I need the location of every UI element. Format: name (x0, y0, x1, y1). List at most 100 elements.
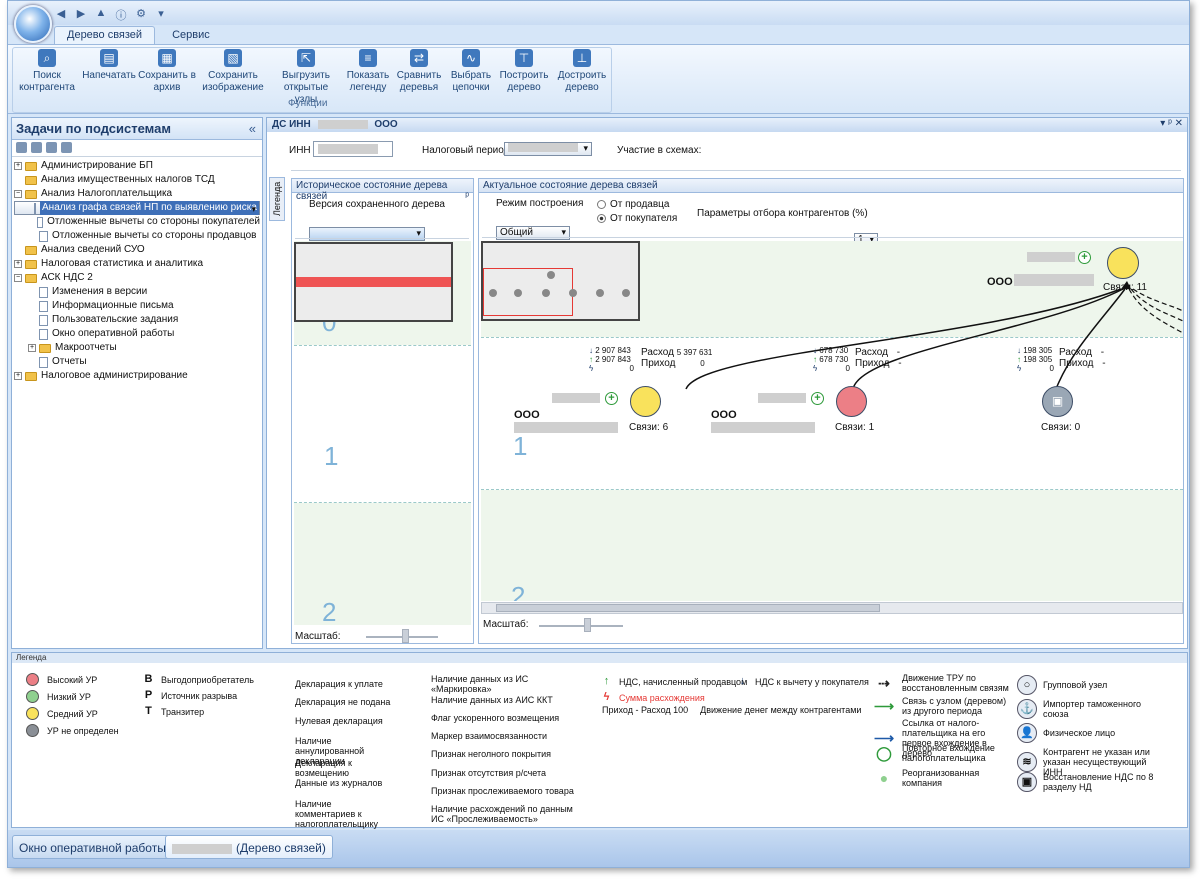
tree-item[interactable]: Окно оперативной работы (14, 327, 260, 341)
document-icon (39, 230, 48, 242)
root-expand-icon[interactable]: + (1078, 251, 1091, 264)
save-image-button[interactable]: ▧ Сохранить изображение (198, 49, 268, 94)
legend-node-type-item: ⚓ Импортер таможенного союза (1017, 699, 1167, 719)
tree-item[interactable]: Пользовательские задания (14, 313, 260, 327)
current-minimap[interactable] (481, 241, 640, 321)
search-icon: ⌕ (38, 49, 56, 67)
tree-item[interactable]: + Макроотчеты (14, 341, 260, 355)
expand-toggle-icon[interactable]: − (14, 190, 22, 198)
tree-item[interactable]: + Налоговое администрирование (14, 369, 260, 383)
redacted-root-name (1014, 274, 1094, 286)
radio-seller-icon[interactable] (597, 199, 606, 209)
tree-item[interactable]: − Анализ Налогоплательщика (14, 187, 260, 201)
graph-hscrollbar[interactable] (481, 602, 1183, 614)
redacted-value (318, 144, 378, 154)
taskbar-item-operational[interactable]: Окно оперативной работы (12, 835, 173, 859)
history-minimap[interactable] (294, 242, 453, 322)
extend-tree-button[interactable]: ⊥ Достроить дерево (552, 49, 612, 94)
forward-icon[interactable]: ▶ (74, 7, 88, 23)
expand-toggle-icon[interactable]: − (14, 274, 22, 282)
expand-toggle-icon[interactable]: + (14, 372, 22, 380)
tree-item-label: Изменения в версии (52, 286, 148, 297)
node1-expand-icon[interactable]: + (605, 392, 618, 405)
tree-item[interactable]: Отложенные вычеты со стороны покупателей (14, 215, 260, 229)
hscroll-thumb[interactable] (496, 604, 880, 612)
legend-risk-item: Высокий УР (26, 673, 97, 686)
radio-buyer-icon[interactable] (597, 213, 606, 223)
save-archive-button[interactable]: ▦ Сохранить в архив (136, 49, 198, 94)
node1[interactable] (630, 386, 661, 417)
marker-icon (412, 747, 425, 760)
separator (291, 170, 1181, 171)
expand-toggle-icon[interactable]: + (14, 260, 22, 268)
windows-icon[interactable] (61, 142, 72, 153)
history-panel: Историческое состояние дерева связей ᵖ Ве… (291, 178, 474, 644)
saved-version-label: Версия сохраненного дерева (309, 199, 445, 210)
print-icon: ▤ (100, 49, 118, 67)
legend-panel: Легенда Высокий УР Низкий УР Средний УР УР … (11, 652, 1188, 829)
tree-item[interactable]: Анализ имущественных налогов ТСД (14, 173, 260, 187)
tree-item[interactable]: + Налоговая статистика и аналитика (14, 257, 260, 271)
minimap-dot (542, 289, 550, 297)
tree-item[interactable]: Отложенные вычеты со стороны продавцов (14, 229, 260, 243)
compare-trees-button[interactable]: ⇄ Сравнить деревья (392, 49, 446, 94)
back-icon[interactable]: ◀ (54, 7, 68, 23)
node3[interactable]: ▣ (1042, 386, 1073, 417)
show-legend-button[interactable]: ≡ Показать легенду (340, 49, 396, 94)
history-scale-slider[interactable] (402, 629, 409, 643)
folder-icon (39, 343, 51, 353)
legend-side-tab[interactable]: Легенда (269, 177, 285, 221)
period-select[interactable] (504, 142, 592, 156)
node2-expand-icon[interactable]: + (811, 392, 824, 405)
tree-item[interactable]: − АСК НДС 2 (14, 271, 260, 285)
tree-item[interactable]: + Администрирование БП (14, 159, 260, 173)
radio-seller[interactable]: От продавца (597, 199, 669, 210)
vat-seller-icon: ↑ (589, 355, 593, 364)
pin-icon[interactable]: ᵖ (465, 191, 469, 202)
radio-buyer[interactable]: От покупателя (597, 213, 677, 224)
window-taskbar: Окно оперативной работы (Дерево связей) (8, 830, 1189, 867)
tab-service[interactable]: Сервис (159, 26, 223, 44)
customize-qat-icon[interactable]: ▾ (154, 7, 168, 23)
link-style-icon: ● (879, 769, 889, 786)
tree-item[interactable]: Анализ графа связей НП по выявлению риск… (14, 201, 260, 216)
select-chains-button[interactable]: ∿ Выбрать цепочки (444, 49, 498, 94)
redacted-inn (317, 119, 368, 129)
refresh-icon[interactable] (31, 142, 42, 153)
info-icon[interactable]: ⓘ (114, 7, 128, 23)
tools-icon[interactable]: ⚙ (134, 7, 148, 23)
root-node[interactable] (1107, 247, 1139, 279)
quick-access-toolbar: ◀ ▶ ▲ ⓘ ⚙ ▾ (54, 7, 168, 23)
window-controls[interactable]: ▾ ᵖ ✕ (1160, 118, 1183, 129)
tree-item[interactable]: Информационные письма (14, 299, 260, 313)
inn-field[interactable] (313, 141, 393, 157)
expand-toggle-icon[interactable]: + (14, 162, 22, 170)
minimap-viewport[interactable] (296, 277, 451, 287)
search-counterparty-button[interactable]: ⌕ Поиск контрагента (16, 49, 78, 94)
app-menu-orb[interactable] (14, 5, 52, 43)
current-panel: Актуальное состояние дерева связей Режим… (478, 178, 1184, 644)
tree-item[interactable]: Изменения в версии (14, 285, 260, 299)
up-icon[interactable]: ▲ (94, 7, 108, 23)
expand-toggle-icon[interactable]: + (28, 344, 36, 352)
copy-icon[interactable] (46, 142, 57, 153)
tree-item[interactable]: Отчеты (14, 355, 260, 369)
graph-canvas[interactable]: 1 2 + ООО Связи: 11 ↓ 2 907 843 ↑ 2 907 … (481, 241, 1183, 601)
tree-item[interactable]: Анализ сведений СУО (14, 243, 260, 257)
legend-vat-seller: ↑ НДС, начисленный продавцом (600, 675, 748, 688)
tree-item-label: Информационные письма (52, 300, 174, 311)
build-tree-button[interactable]: ⊤ Построить дерево (494, 49, 554, 94)
minimap-dot (489, 289, 497, 297)
document-icon (39, 328, 48, 340)
current-scale-track[interactable] (539, 625, 623, 627)
legend-node-type-item: ○ Групповой узел (1017, 675, 1167, 695)
flash-icon: ϟ (603, 691, 610, 703)
tab-tree[interactable]: Дерево связей (54, 26, 156, 44)
print-button[interactable]: ▤ Напечатать (78, 49, 140, 82)
current-scale-slider[interactable] (584, 618, 591, 632)
collapse-panel-button[interactable]: « (249, 121, 256, 136)
link-style-icon: ◯ (876, 744, 892, 761)
node2[interactable] (836, 386, 867, 417)
folder-icon[interactable] (16, 142, 27, 153)
taskbar-item-tree[interactable]: (Дерево связей) (165, 835, 333, 859)
